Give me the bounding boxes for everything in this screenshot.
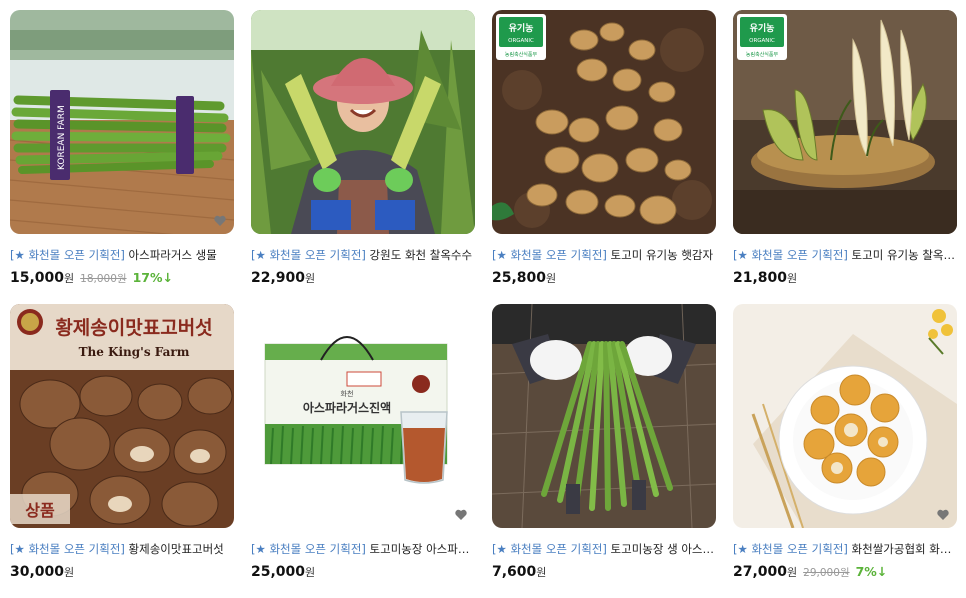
organic-badge-caption: 농림축산식품부 — [505, 51, 538, 58]
price: 21,800원 — [733, 270, 798, 286]
product-name: 강원도 화천 찰옥수수 — [369, 248, 473, 262]
rice-cookies-image — [733, 304, 957, 528]
discount-rate: 7%↓ — [855, 564, 888, 579]
price: 25,800원 — [492, 270, 557, 286]
product-card[interactable]: 유기농 ORGANIC 농림축산식품부 [★ 화천몰 오픈 기획전] 토고미 유… — [733, 10, 957, 304]
asparagus-bundle-image: KOREAN FARM — [10, 10, 234, 234]
promo-tag: [★ 화천몰 오픈 기획전] — [10, 248, 125, 262]
product-image[interactable]: KOREAN FARM — [10, 10, 234, 234]
promo-tag: [★ 화천몰 오픈 기획전] — [492, 248, 607, 262]
banner-subtitle: The King's Farm — [79, 345, 190, 359]
heart-icon[interactable] — [454, 508, 468, 522]
heart-icon[interactable] — [936, 508, 950, 522]
price-row: 30,000원 — [10, 564, 234, 580]
product-name: 토고미 유기농 찰옥수수 — [851, 248, 957, 262]
price-row: 15,000원 18,000원 17%↓ — [10, 270, 234, 286]
price-row: 7,600원 — [492, 564, 716, 580]
price: 22,900원 — [251, 270, 316, 286]
organic-badge-sub: ORGANIC — [508, 38, 534, 44]
price: 30,000원 — [10, 564, 75, 580]
product-title[interactable]: [★ 화천몰 오픈 기획전] 아스파라거스 생물 — [10, 247, 234, 263]
product-name: 화천쌀가공협회 화천 쌀쿠키 — [851, 542, 957, 556]
product-card[interactable]: 황제송이맛표고버섯 The King's Farm 상품 [★ 화천몰 오픈 기… — [10, 304, 234, 598]
product-image[interactable]: 화천 아스파라거스진액 — [251, 304, 475, 528]
promo-tag: [★ 화천몰 오픈 기획전] — [733, 248, 848, 262]
product-image[interactable]: 황제송이맛표고버섯 The King's Farm 상품 — [10, 304, 234, 528]
promo-tag: [★ 화천몰 오픈 기획전] — [733, 542, 848, 556]
price-row: 22,900원 — [251, 270, 475, 286]
organic-badge-label: 유기농 — [509, 22, 534, 34]
box-brand: 화천 — [341, 389, 354, 398]
product-title[interactable]: [★ 화천몰 오픈 기획전] 황제송이맛표고버섯 — [10, 541, 234, 557]
price-row: 21,800원 — [733, 270, 957, 286]
price: 7,600원 — [492, 564, 547, 580]
original-price: 29,000원 — [803, 567, 850, 579]
corn-farmer-image — [251, 10, 475, 234]
heart-icon[interactable] — [213, 214, 227, 228]
promo-tag: [★ 화천몰 오픈 기획전] — [10, 542, 125, 556]
band-label: KOREAN FARM — [57, 105, 67, 170]
product-image[interactable]: 유기농 ORGANIC 농림축산식품부 — [492, 10, 716, 234]
organic-badge-label: 유기농 — [750, 22, 775, 34]
product-name: 토고미농장 생 아스파라거스 — [610, 542, 716, 556]
promo-tag: [★ 화천몰 오픈 기획전] — [251, 248, 366, 262]
banner-title: 황제송이맛표고버섯 — [55, 316, 212, 339]
product-card[interactable]: [★ 화천몰 오픈 기획전] 강원도 화천 찰옥수수 22,900원 — [251, 10, 475, 304]
product-grid: KOREAN FARM [★ 화천몰 오픈 기획전] 아스파라거스 생물 15,… — [10, 10, 957, 598]
product-name: 토고미농장 아스파라거스 진액 — [369, 542, 475, 556]
product-card[interactable]: [★ 화천몰 오픈 기획전] 화천쌀가공협회 화천 쌀쿠키 27,000원 29… — [733, 304, 957, 598]
product-card[interactable]: 화천 아스파라거스진액 [★ 화천몰 오픈 기획전] 토고미농장 아스파라거스 … — [251, 304, 475, 598]
price: 27,000원 — [733, 564, 798, 580]
product-title[interactable]: [★ 화천몰 오픈 기획전] 토고미농장 아스파라거스 진액 — [251, 541, 475, 557]
product-title[interactable]: [★ 화천몰 오픈 기획전] 토고미농장 생 아스파라거스 — [492, 541, 716, 557]
potatoes-image: 유기농 ORGANIC 농림축산식품부 — [492, 10, 716, 234]
product-title[interactable]: [★ 화천몰 오픈 기획전] 화천쌀가공협회 화천 쌀쿠키 — [733, 541, 957, 557]
product-name: 토고미 유기농 햇감자 — [610, 248, 714, 262]
organic-badge-sub: ORGANIC — [749, 38, 775, 44]
discount-rate: 17%↓ — [132, 270, 173, 285]
product-card[interactable]: KOREAN FARM [★ 화천몰 오픈 기획전] 아스파라거스 생물 15,… — [10, 10, 234, 304]
original-price: 18,000원 — [80, 273, 127, 285]
product-title[interactable]: [★ 화천몰 오픈 기획전] 토고미 유기농 찰옥수수 — [733, 247, 957, 263]
asparagus-harvest-image — [492, 304, 716, 528]
price-row: 25,000원 — [251, 564, 475, 580]
promo-tag: [★ 화천몰 오픈 기획전] — [251, 542, 366, 556]
promo-tag: [★ 화천몰 오픈 기획전] — [492, 542, 607, 556]
box-title: 아스파라거스진액 — [303, 400, 391, 415]
product-title[interactable]: [★ 화천몰 오픈 기획전] 강원도 화천 찰옥수수 — [251, 247, 475, 263]
price-row: 27,000원 29,000원 7%↓ — [733, 564, 957, 580]
grade-label: 상품 — [25, 501, 55, 520]
product-name: 아스파라거스 생물 — [128, 248, 217, 262]
product-title[interactable]: [★ 화천몰 오픈 기획전] 토고미 유기농 햇감자 — [492, 247, 716, 263]
price-row: 25,800원 — [492, 270, 716, 286]
corn-basket-image: 유기농 ORGANIC 농림축산식품부 — [733, 10, 957, 234]
product-image[interactable] — [733, 304, 957, 528]
product-card[interactable]: 유기농 ORGANIC 농림축산식품부 [★ 화천몰 오픈 기획전] 토고미 유… — [492, 10, 716, 304]
shiitake-mushroom-image: 황제송이맛표고버섯 The King's Farm 상품 — [10, 304, 234, 528]
organic-badge-caption: 농림축산식품부 — [746, 51, 779, 58]
asparagus-extract-box-image: 화천 아스파라거스진액 — [251, 304, 475, 528]
product-card[interactable]: [★ 화천몰 오픈 기획전] 토고미농장 생 아스파라거스 7,600원 — [492, 304, 716, 598]
product-image[interactable] — [492, 304, 716, 528]
price: 15,000원 — [10, 270, 75, 286]
product-image[interactable]: 유기농 ORGANIC 농림축산식품부 — [733, 10, 957, 234]
price: 25,000원 — [251, 564, 316, 580]
product-name: 황제송이맛표고버섯 — [128, 542, 224, 556]
product-image[interactable] — [251, 10, 475, 234]
